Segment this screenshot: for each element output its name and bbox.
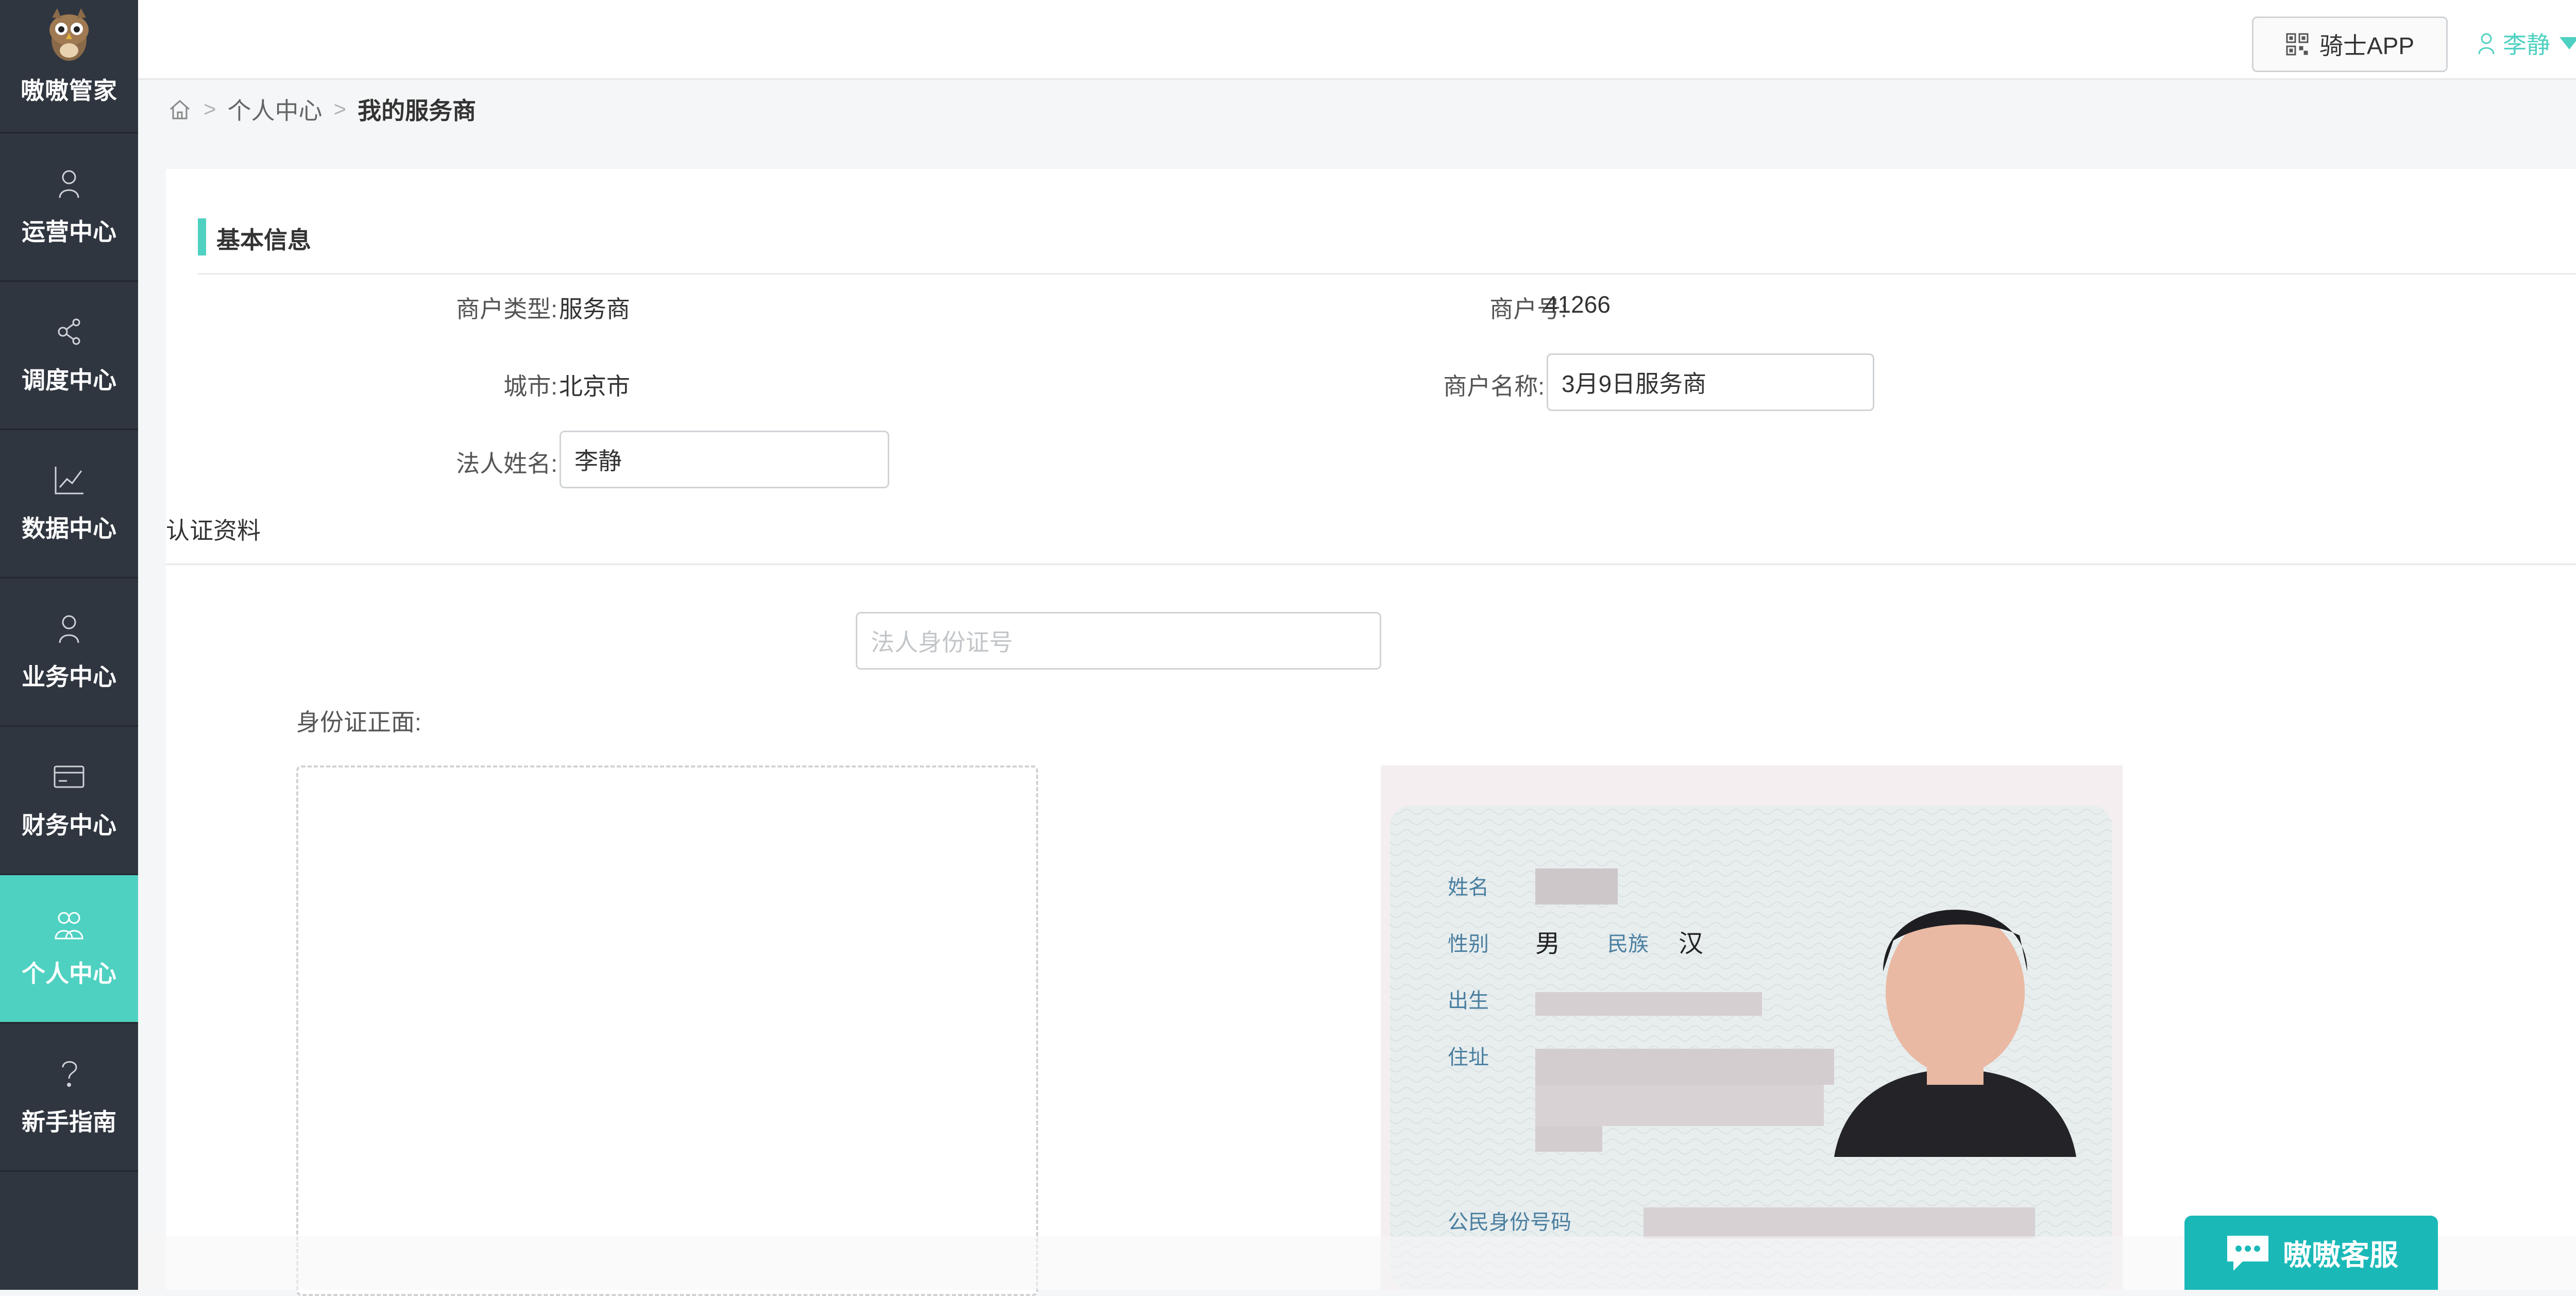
customer-service-button[interactable]: 嗷嗷客服 bbox=[2184, 1216, 2438, 1290]
id-card-ethnicity-label: 民族 bbox=[1607, 933, 1649, 956]
app-name: 嗷嗷管家 bbox=[21, 77, 117, 104]
merchant-name-field[interactable]: 3月9日服务商 bbox=[1547, 353, 1874, 411]
breadcrumb: > 个人中心 > 我的服务商 bbox=[167, 92, 476, 127]
rider-app-label: 骑士APP bbox=[2319, 32, 2415, 59]
breadcrumb-separator: > bbox=[204, 97, 216, 121]
card-icon bbox=[54, 765, 84, 788]
id-card-number-label: 公民身份号码 bbox=[1448, 1211, 1571, 1234]
basic-info-title: 基本信息 bbox=[216, 227, 311, 253]
share-icon bbox=[58, 318, 80, 345]
top-header: 骑士APP 李静 bbox=[138, 0, 2576, 80]
section-divider bbox=[166, 564, 2576, 565]
sidebar-item-label: 个人中心 bbox=[22, 960, 116, 987]
sidebar-item-operations[interactable]: 运营中心 bbox=[0, 133, 138, 282]
id-card-photo: 姓名 性别 男 民族 汉 出生 住址 公民身份号码 bbox=[1381, 765, 2123, 1290]
id-card-gender-value: 男 bbox=[1535, 930, 1560, 958]
sidebar-item-data[interactable]: 数据中心 bbox=[0, 430, 138, 578]
id-card-ethnicity-value: 汉 bbox=[1679, 930, 1703, 958]
sidebar-item-finance[interactable]: 财务中心 bbox=[0, 727, 138, 875]
owl-mascot-icon bbox=[49, 8, 89, 61]
merchant-type-label: 商户类型: bbox=[456, 296, 557, 322]
sidebar-item-label: 财务中心 bbox=[22, 811, 116, 839]
user-icon bbox=[2478, 33, 2495, 55]
chat-bubble-icon bbox=[2227, 1236, 2268, 1271]
id-card-gender-label: 性别 bbox=[1448, 933, 1489, 956]
id-front-label: 身份证正面: bbox=[296, 709, 421, 736]
customer-service-label: 嗷嗷客服 bbox=[2283, 1238, 2398, 1271]
sidebar-item-label: 业务中心 bbox=[22, 663, 116, 690]
home-icon[interactable] bbox=[167, 97, 192, 122]
id-number-field[interactable]: 法人身份证号 bbox=[856, 612, 1381, 670]
merchant-no-value: 41266 bbox=[1545, 291, 1611, 318]
legal-name-field[interactable]: 李静 bbox=[560, 431, 889, 488]
sidebar-item-label: 调度中心 bbox=[22, 366, 116, 394]
sidebar-item-label: 运营中心 bbox=[22, 218, 116, 245]
app-logo[interactable]: 嗷嗷管家 bbox=[0, 0, 138, 133]
sidebar-item-personal[interactable]: 个人中心 bbox=[0, 875, 138, 1024]
question-icon bbox=[62, 1061, 77, 1087]
breadcrumb-item-personal[interactable]: 个人中心 bbox=[228, 92, 323, 126]
id-card-name-label: 姓名 bbox=[1448, 876, 1489, 899]
section-divider bbox=[198, 273, 2576, 275]
city-value: 北京市 bbox=[559, 373, 630, 400]
id-card-birth-label: 出生 bbox=[1448, 990, 1489, 1012]
qr-code-icon bbox=[2286, 33, 2309, 56]
section-accent-bar bbox=[198, 218, 206, 255]
breadcrumb-separator: > bbox=[333, 97, 347, 121]
merchant-no-label: 商户号: bbox=[1489, 296, 1567, 322]
user-icon bbox=[59, 170, 79, 198]
user-name: 李静 bbox=[2503, 31, 2550, 58]
certification-title: 认证资料 bbox=[166, 517, 261, 544]
sidebar-item-dispatch[interactable]: 调度中心 bbox=[0, 282, 138, 430]
merchant-type-value: 服务商 bbox=[559, 296, 630, 322]
users-icon bbox=[55, 912, 83, 939]
user-menu[interactable]: 李静 bbox=[2476, 23, 2576, 64]
rider-app-button[interactable]: 骑士APP bbox=[2252, 16, 2448, 72]
user-icon bbox=[59, 615, 79, 643]
id-card-image: 姓名 性别 男 民族 汉 出生 住址 公民身份号码 bbox=[1390, 806, 2112, 1290]
legal-name-label: 法人姓名: bbox=[456, 450, 557, 477]
id-card-address-label: 住址 bbox=[1448, 1046, 1489, 1069]
city-label: 城市: bbox=[503, 373, 557, 400]
merchant-name-label: 商户名称: bbox=[1443, 373, 1545, 400]
caret-down-icon bbox=[2560, 37, 2576, 49]
id-front-upload-dropzone[interactable] bbox=[296, 765, 1038, 1296]
sidebar-item-guide[interactable]: 新手指南 bbox=[0, 1024, 138, 1172]
sidebar-item-label: 新手指南 bbox=[22, 1108, 116, 1135]
breadcrumb-current: 我的服务商 bbox=[358, 97, 477, 124]
line-chart-icon bbox=[55, 466, 83, 494]
sidebar-item-label: 数据中心 bbox=[22, 515, 116, 542]
sidebar-item-business[interactable]: 业务中心 bbox=[0, 578, 138, 727]
sidebar: 嗷嗷管家 运营中心 调度中心 数据中心 业务中心 财务中心 个人中心 新手指南 bbox=[0, 0, 138, 1290]
